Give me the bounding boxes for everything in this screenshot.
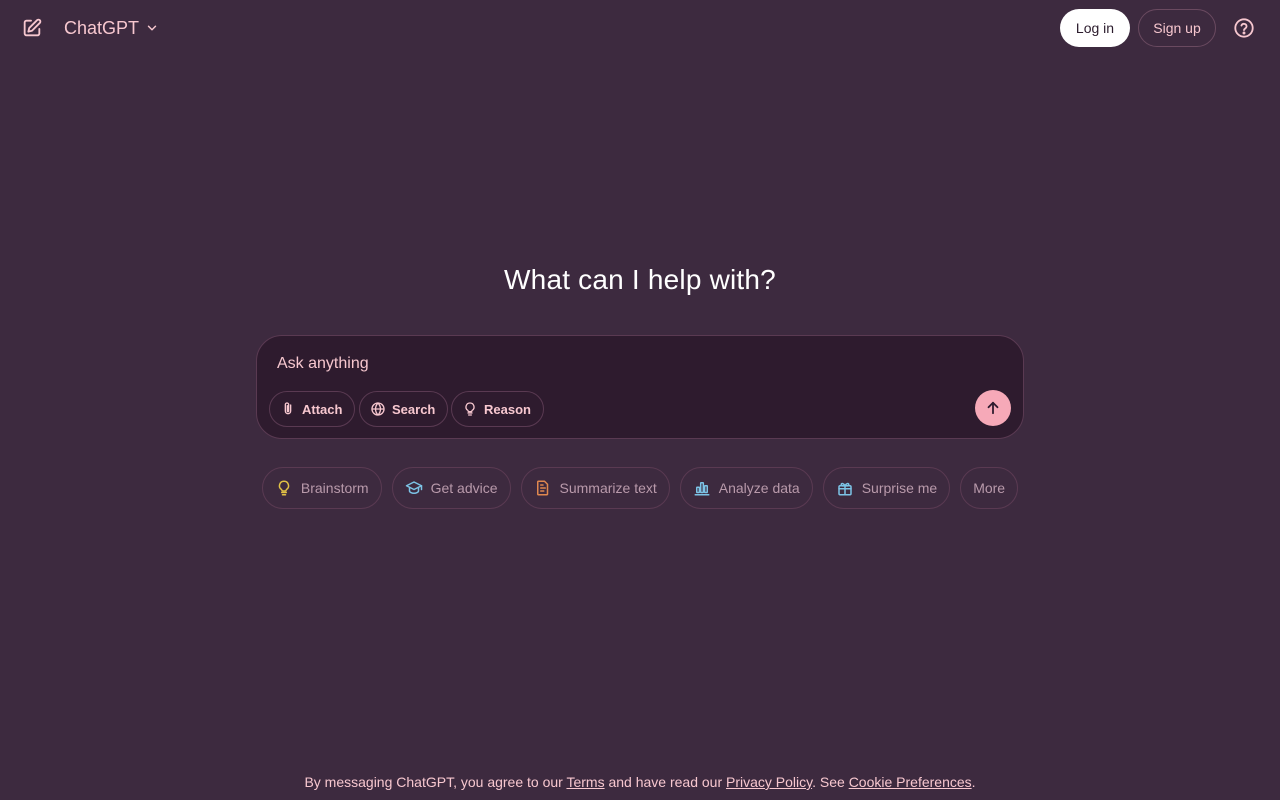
search-label: Search [392,401,436,417]
chip-more[interactable]: More [960,467,1019,509]
attach-button[interactable]: Attach [269,391,356,427]
terms-link[interactable]: Terms [566,774,604,790]
bar-chart-icon [693,479,711,497]
legal-footer: By messaging ChatGPT, you agree to our T… [0,774,1280,790]
new-chat-button[interactable] [18,14,46,42]
privacy-policy-link[interactable]: Privacy Policy [726,774,812,790]
composer: Attach Search Reason [256,335,1024,439]
chip-label: Surprise me [861,480,938,496]
lightbulb-icon [275,479,293,497]
footer-text: By messaging ChatGPT, you agree to our [304,774,567,790]
globe-icon [370,401,386,417]
page-title: What can I help with? [504,264,776,295]
chip-surprise-me[interactable]: Surprise me [822,467,951,509]
new-chat-icon [21,17,43,39]
login-button[interactable]: Log in [1060,9,1130,47]
suggestion-chips: Brainstorm Get advice Summarize text Ana… [0,467,1280,509]
send-button[interactable] [975,390,1011,426]
document-icon [534,479,552,497]
lightbulb-icon [462,401,478,417]
chip-brainstorm[interactable]: Brainstorm [261,467,382,509]
chevron-down-icon [145,21,159,35]
paperclip-icon [280,401,296,417]
chip-analyze-data[interactable]: Analyze data [679,467,813,509]
reason-button[interactable]: Reason [451,391,544,427]
graduation-cap-icon [405,479,423,497]
top-bar: ChatGPT Log in Sign up [0,0,1280,56]
chip-label: More [973,480,1006,496]
help-button[interactable] [1232,16,1256,40]
footer-text: . See [812,774,849,790]
arrow-up-icon [984,399,1002,417]
signup-button[interactable]: Sign up [1138,9,1216,47]
help-circle-icon [1233,17,1255,39]
prompt-input[interactable] [275,350,965,378]
chip-label: Brainstorm [300,480,369,496]
chip-get-advice[interactable]: Get advice [391,467,511,509]
gift-icon [836,479,854,497]
search-button[interactable]: Search [359,391,449,427]
chip-summarize-text[interactable]: Summarize text [520,467,670,509]
model-name: ChatGPT [64,17,140,38]
footer-text: . [971,774,976,790]
reason-label: Reason [484,401,531,417]
chip-label: Summarize text [559,480,657,496]
attach-label: Attach [302,401,343,417]
chip-label: Analyze data [718,480,800,496]
cookie-preferences-link[interactable]: Cookie Preferences [849,774,972,790]
chip-label: Get advice [430,480,498,496]
footer-text: and have read our [604,774,726,790]
model-switcher[interactable]: ChatGPT [64,14,159,42]
